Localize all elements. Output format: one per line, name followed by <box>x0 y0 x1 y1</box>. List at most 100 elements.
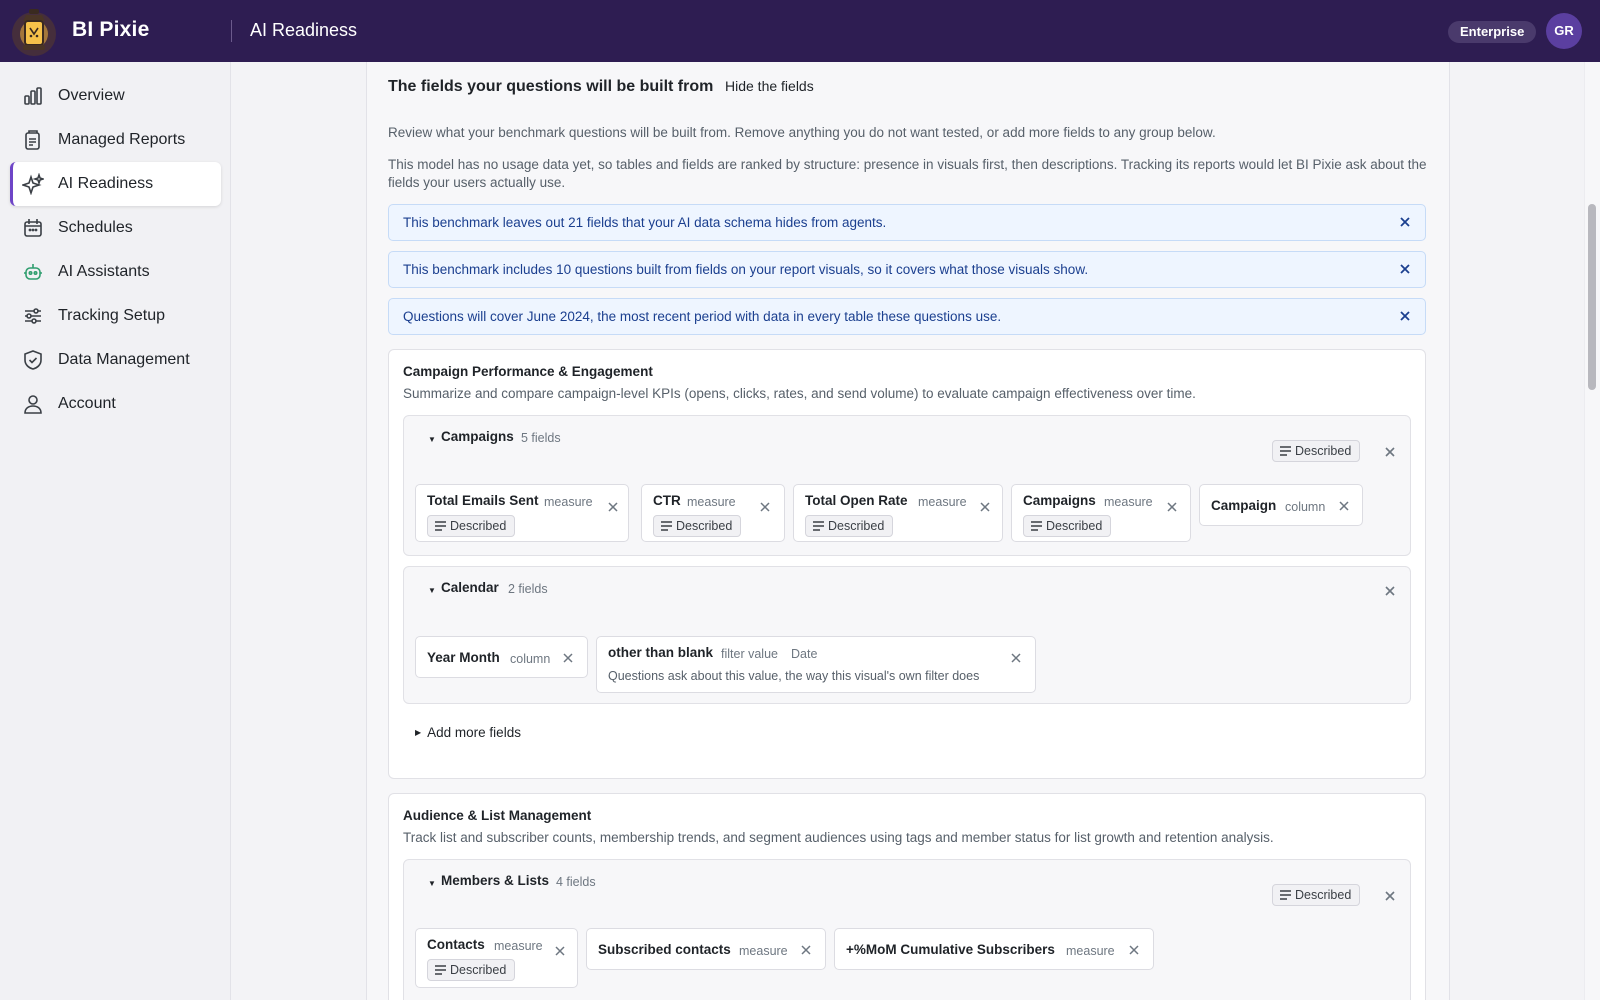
remove-field-icon[interactable] <box>1127 943 1141 957</box>
remove-field-icon[interactable] <box>1009 651 1023 665</box>
user-avatar[interactable]: GR <box>1546 13 1582 49</box>
close-icon[interactable] <box>1397 214 1413 230</box>
field-name: Campaign <box>1211 498 1277 513</box>
field-name: CTR <box>653 493 681 508</box>
field-chip: Subscribed contacts measure <box>586 928 826 970</box>
sidebar-item-label: Overview <box>58 87 125 104</box>
remove-field-icon[interactable] <box>978 500 992 514</box>
sidebar-item-label: AI Readiness <box>58 175 154 192</box>
described-badge: Described <box>1023 515 1112 537</box>
remove-table-icon[interactable] <box>1382 583 1398 599</box>
remove-field-icon[interactable] <box>1165 500 1179 514</box>
plan-badge: Enterprise <box>1448 21 1537 43</box>
table-name[interactable]: Calendar <box>441 580 499 595</box>
collapse-caret-icon[interactable]: ▼ <box>428 435 436 444</box>
section-title: The fields your questions will be built … <box>388 78 714 95</box>
field-kind: filter value <box>721 647 778 661</box>
field-chip: +%MoM Cumulative Subscribers measure <box>834 928 1154 970</box>
lines-icon <box>435 965 446 975</box>
question-group-card: Audience & List Management Track list an… <box>388 793 1426 1000</box>
described-badge: Described <box>427 959 516 981</box>
sidebar-item-data-management[interactable]: Data Management <box>10 338 221 382</box>
field-kind: measure <box>739 944 788 958</box>
field-kind: column <box>1285 500 1326 514</box>
remove-table-icon[interactable] <box>1382 888 1398 904</box>
page-title: AI Readiness <box>250 20 358 40</box>
notice-banner: This benchmark includes 10 questions bui… <box>388 251 1426 288</box>
scrollbar-thumb[interactable] <box>1588 204 1596 390</box>
remove-field-icon[interactable] <box>799 943 813 957</box>
close-icon[interactable] <box>1397 308 1413 324</box>
remove-field-icon[interactable] <box>1337 499 1351 513</box>
shield-icon <box>24 350 42 370</box>
collapse-caret-icon[interactable]: ▼ <box>428 586 436 595</box>
section-description: Review what your benchmark questions wil… <box>388 125 1216 140</box>
sidebar-item-account[interactable]: Account <box>10 382 221 426</box>
lantern-logo-icon[interactable] <box>10 6 58 58</box>
field-type: Date <box>791 647 818 661</box>
sidebar-item-label: Data Management <box>58 351 190 368</box>
field-name: +%MoM Cumulative Subscribers <box>846 942 1055 957</box>
main-content: The fields your questions will be built … <box>231 62 1600 1000</box>
scrollbar-track[interactable] <box>1584 62 1600 1000</box>
field-kind: measure <box>544 495 593 509</box>
field-chip: Year Month column <box>415 636 588 678</box>
add-more-fields-button[interactable]: ▶ Add more fields <box>415 725 521 740</box>
question-group-card: Campaign Performance & Engagement Summar… <box>388 349 1426 779</box>
field-note: Questions ask about this value, the way … <box>608 669 980 683</box>
brand-name: BI Pixie <box>72 18 150 41</box>
field-kind: measure <box>494 939 543 953</box>
remove-field-icon[interactable] <box>561 651 575 665</box>
remove-table-icon[interactable] <box>1382 444 1398 460</box>
lines-icon <box>435 521 446 531</box>
notice-text: This benchmark leaves out 21 fields that… <box>403 215 887 230</box>
described-badge: Described <box>805 515 894 537</box>
described-badge: Described <box>427 515 516 537</box>
lines-icon <box>813 521 824 531</box>
table-name[interactable]: Campaigns <box>441 429 514 444</box>
sidebar-item-schedules[interactable]: Schedules <box>10 206 221 250</box>
header-divider <box>231 20 232 42</box>
field-count: 5 fields <box>521 431 561 445</box>
remove-field-icon[interactable] <box>606 500 620 514</box>
sidebar-item-ai-assistants[interactable]: AI Assistants <box>10 250 221 294</box>
sidebar-item-label: AI Assistants <box>58 263 150 280</box>
expand-caret-icon: ▶ <box>415 728 422 737</box>
robot-icon <box>24 264 42 280</box>
sparkles-icon <box>22 173 44 195</box>
table-card: ▼ Calendar 2 fields Year Month column ot… <box>403 566 1411 704</box>
field-name: Subscribed contacts <box>598 942 731 957</box>
hide-fields-button[interactable]: Hide the fields <box>725 78 814 94</box>
field-chip: Total Emails Sent measure Described <box>415 484 629 542</box>
reports-icon <box>25 130 40 150</box>
bar-chart-icon <box>24 87 42 105</box>
sidebar-item-tracking-setup[interactable]: Tracking Setup <box>10 294 221 338</box>
sidebar-item-managed-reports[interactable]: Managed Reports <box>10 118 221 162</box>
sidebar-item-overview[interactable]: Overview <box>10 74 221 118</box>
sidebar-item-label: Schedules <box>58 219 133 236</box>
remove-field-icon[interactable] <box>758 500 772 514</box>
field-name: Year Month <box>427 650 500 665</box>
field-chip: Campaign column <box>1199 484 1363 526</box>
table-name[interactable]: Members & Lists <box>441 873 549 888</box>
field-kind: measure <box>1104 495 1153 509</box>
usage-note: This model has no usage data yet, so tab… <box>388 157 1427 190</box>
user-icon <box>24 395 42 414</box>
sidebar-item-ai-readiness[interactable]: AI Readiness <box>10 162 221 206</box>
field-name: Contacts <box>427 937 485 952</box>
sidebar-item-label: Managed Reports <box>58 131 186 148</box>
close-icon[interactable] <box>1397 261 1413 277</box>
calendar-icon <box>24 219 42 237</box>
remove-field-icon[interactable] <box>553 944 567 958</box>
table-card: ▼ Campaigns 5 fields Described Total Ema… <box>403 415 1411 556</box>
field-name: other than blank <box>608 645 714 660</box>
field-chip: Contacts measure Described <box>415 928 578 988</box>
sidebar: Overview Managed Reports AI Readiness Sc… <box>0 62 231 1000</box>
group-description: Summarize and compare campaign-level KPI… <box>403 386 1196 401</box>
described-badge: Described <box>1272 440 1361 462</box>
group-title: Campaign Performance & Engagement <box>403 364 653 379</box>
field-chip: Campaigns measure Described <box>1011 484 1191 542</box>
collapse-caret-icon[interactable]: ▼ <box>428 879 436 888</box>
lines-icon <box>1280 446 1291 456</box>
field-name: Total Open Rate <box>805 493 908 508</box>
